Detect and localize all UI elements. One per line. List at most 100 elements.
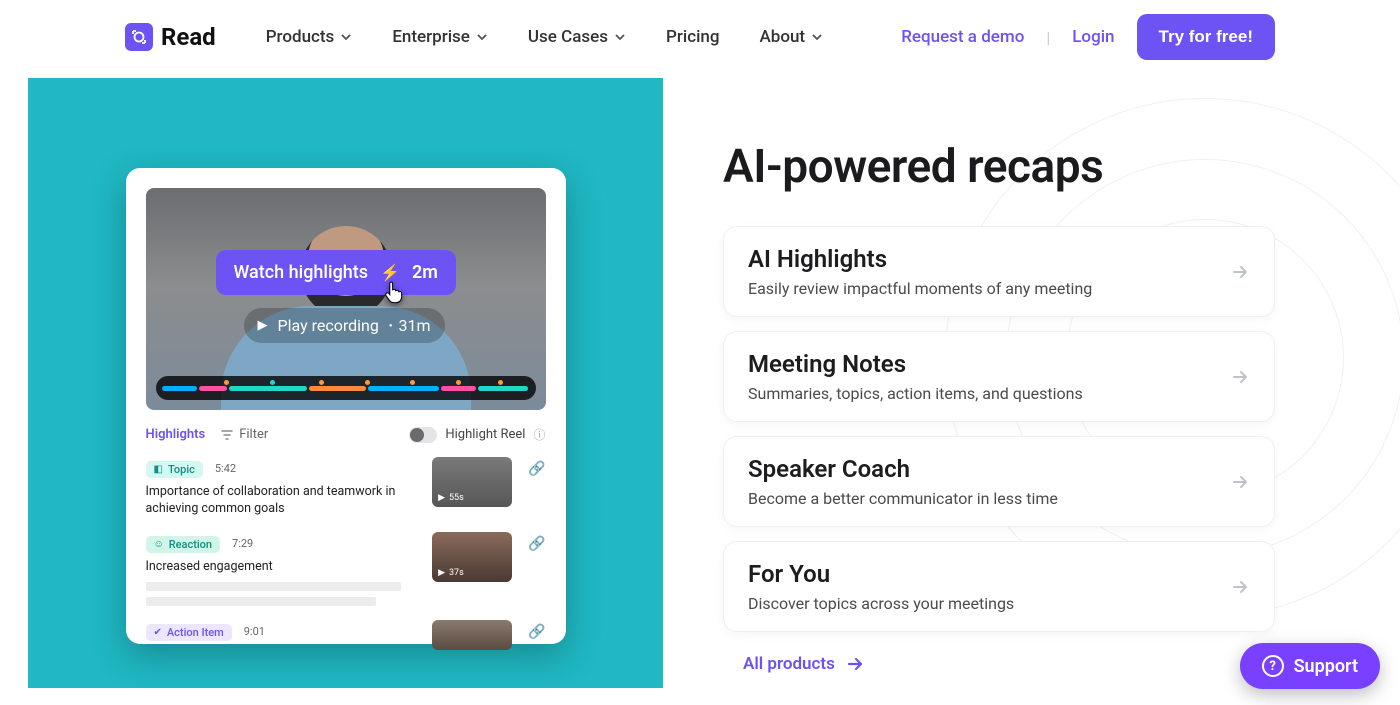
arrow-right-icon <box>1230 367 1250 387</box>
filter-icon <box>221 429 233 441</box>
site-header: Read Products Enterprise Use Cases Prici… <box>0 0 1400 60</box>
card-meeting-notes[interactable]: Meeting Notes Summaries, topics, action … <box>723 331 1275 422</box>
highlight-badge-action: ✔ Action Item <box>146 624 232 641</box>
play-recording-badge[interactable]: ▶ Play recording ● 31m <box>244 308 445 343</box>
arrow-right-icon <box>1230 262 1250 282</box>
highlight-timestamp: 9:01 <box>244 625 265 638</box>
product-mock-panel: Watch highlights ⚡ 2m ▶ Play recording ●… <box>28 78 663 688</box>
play-recording-duration-group: ● 31m <box>389 316 431 335</box>
try-free-button[interactable]: Try for free! <box>1137 14 1275 60</box>
check-icon: ✔ <box>154 627 162 638</box>
highlight-badge-label: Topic <box>168 463 195 476</box>
highlight-thumbnail[interactable]: ▶ 55s <box>432 457 512 507</box>
highlight-timestamp: 5:42 <box>215 462 236 475</box>
highlight-thumbnail[interactable]: ▶ 37s <box>432 532 512 582</box>
cursor-hand-icon <box>384 280 406 309</box>
card-speaker-coach[interactable]: Speaker Coach Become a better communicat… <box>723 436 1275 527</box>
card-desc: Become a better communicator in less tim… <box>748 489 1058 508</box>
product-mock-card: Watch highlights ⚡ 2m ▶ Play recording ●… <box>126 168 566 644</box>
highlight-item[interactable]: ☺ Reaction 7:29 Increased engagement ▶ 3… <box>146 532 546 606</box>
smile-icon: ☺ <box>154 539 164 550</box>
nav-right: Request a demo | Login Try for free! <box>901 14 1275 60</box>
play-recording-duration: 31m <box>399 316 431 335</box>
copy-link-icon[interactable]: 🔗 <box>528 624 545 640</box>
skeleton-line <box>146 597 376 606</box>
highlights-toolbar: Highlights Filter Highlight Reel ⓘ <box>146 426 546 443</box>
support-label: Support <box>1294 656 1358 677</box>
brand-logo[interactable]: Read <box>125 23 216 51</box>
play-icon: ▶ <box>258 318 268 333</box>
highlight-timestamp: 7:29 <box>232 537 253 550</box>
copy-link-icon[interactable]: 🔗 <box>528 461 545 477</box>
nav-label: Pricing <box>666 27 720 47</box>
chevron-down-icon <box>811 31 823 43</box>
card-desc: Easily review impactful moments of any m… <box>748 279 1092 298</box>
arrow-right-icon <box>1230 577 1250 597</box>
highlight-item[interactable]: ✔ Action Item 9:01 🔗 <box>146 620 546 650</box>
support-button[interactable]: ? Support <box>1240 643 1380 689</box>
watch-highlights-duration: 2m <box>412 262 438 283</box>
card-title: Meeting Notes <box>748 350 1083 378</box>
nav-label: Use Cases <box>528 27 608 47</box>
highlight-text: Importance of collaboration and teamwork… <box>146 484 406 518</box>
copy-link-icon[interactable]: 🔗 <box>528 536 545 552</box>
request-demo-link[interactable]: Request a demo <box>901 27 1024 47</box>
thumbnail-play: ▶ 37s <box>438 568 464 578</box>
brand-logo-icon <box>125 23 153 51</box>
highlight-badge-reaction: ☺ Reaction <box>146 536 221 553</box>
card-desc: Discover topics across your meetings <box>748 594 1014 613</box>
info-icon[interactable]: ⓘ <box>533 426 545 443</box>
thumbnail-duration: 37s <box>449 568 464 578</box>
highlight-reel-toggle[interactable] <box>409 427 437 443</box>
nav-products[interactable]: Products <box>266 27 353 47</box>
section-headline: AI-powered recaps <box>723 140 1275 194</box>
arrow-right-icon <box>845 654 865 674</box>
highlight-thumbnail[interactable] <box>432 620 512 650</box>
main-content: Watch highlights ⚡ 2m ▶ Play recording ●… <box>0 60 1400 688</box>
highlight-badge-label: Action Item <box>167 626 224 639</box>
all-products-label: All products <box>743 654 835 674</box>
thumbnail-duration: 55s <box>449 493 464 503</box>
chevron-down-icon <box>614 31 626 43</box>
tag-icon: ◧ <box>154 464 163 475</box>
nav-label: About <box>760 27 806 47</box>
highlight-text: Increased engagement <box>146 559 406 576</box>
highlight-badge-topic: ◧ Topic <box>146 461 203 478</box>
arrow-right-icon <box>1230 472 1250 492</box>
nav-about[interactable]: About <box>760 27 824 47</box>
watch-highlights-label: Watch highlights <box>234 262 369 283</box>
highlight-reel-label: Highlight Reel <box>445 427 525 442</box>
all-products-link[interactable]: All products <box>723 654 1275 674</box>
card-title: For You <box>748 560 1014 588</box>
nav-pricing[interactable]: Pricing <box>666 27 720 47</box>
nav-use-cases[interactable]: Use Cases <box>528 27 626 47</box>
chevron-down-icon <box>340 31 352 43</box>
primary-nav: Products Enterprise Use Cases Pricing Ab… <box>266 27 823 47</box>
help-icon: ? <box>1262 655 1284 677</box>
login-link[interactable]: Login <box>1072 27 1114 47</box>
dot-icon: ● <box>389 322 393 329</box>
play-recording-label: Play recording <box>278 316 379 335</box>
card-ai-highlights[interactable]: AI Highlights Easily review impactful mo… <box>723 226 1275 317</box>
watch-highlights-pill[interactable]: Watch highlights ⚡ 2m <box>216 250 456 295</box>
card-for-you[interactable]: For You Discover topics across your meet… <box>723 541 1275 632</box>
skeleton-line <box>146 582 401 591</box>
highlight-badge-label: Reaction <box>169 538 212 551</box>
chevron-down-icon <box>476 31 488 43</box>
filter-label: Filter <box>239 427 268 442</box>
card-title: AI Highlights <box>748 245 1092 273</box>
thumbnail-play: ▶ 55s <box>438 493 464 503</box>
card-desc: Summaries, topics, action items, and que… <box>748 384 1083 403</box>
recaps-section: AI-powered recaps AI Highlights Easily r… <box>723 78 1275 688</box>
separator: | <box>1046 28 1050 47</box>
tab-highlights[interactable]: Highlights <box>146 427 206 442</box>
meeting-video-preview: Watch highlights ⚡ 2m ▶ Play recording ●… <box>146 188 546 410</box>
nav-label: Enterprise <box>392 27 470 47</box>
feature-cards: AI Highlights Easily review impactful mo… <box>723 226 1275 632</box>
card-title: Speaker Coach <box>748 455 1058 483</box>
filter-button[interactable]: Filter <box>221 427 268 442</box>
highlight-item[interactable]: ◧ Topic 5:42 Importance of collaboration… <box>146 457 546 518</box>
nav-label: Products <box>266 27 335 47</box>
video-timeline[interactable] <box>156 376 536 400</box>
nav-enterprise[interactable]: Enterprise <box>392 27 488 47</box>
